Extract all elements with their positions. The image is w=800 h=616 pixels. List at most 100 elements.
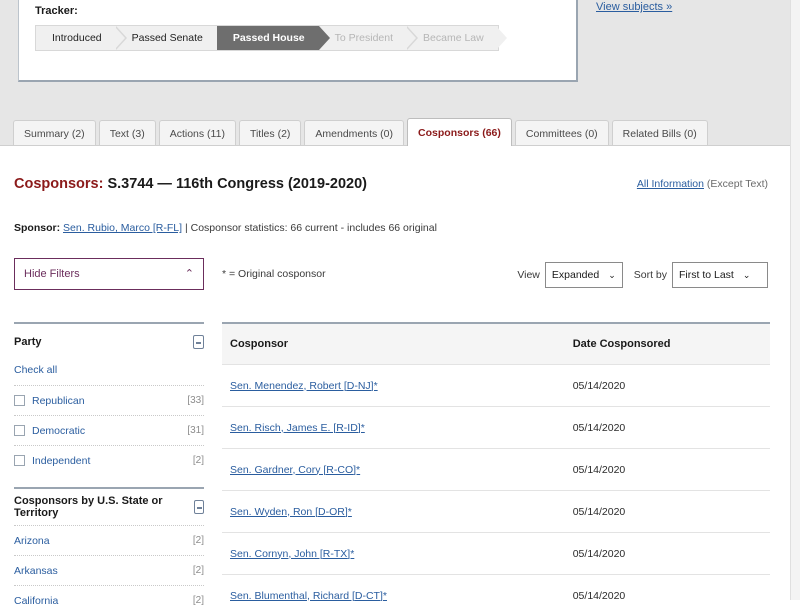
sponsor-label: Sponsor:: [14, 222, 61, 234]
bill-tracker-card: Tracker: Introduced Passed Senate Passed H…: [18, 0, 578, 82]
facet-row-count: [31]: [187, 425, 204, 436]
cosponsor-link[interactable]: Sen. Menendez, Robert [D-NJ]*: [230, 380, 573, 392]
cosponsor-link[interactable]: Sen. Risch, James E. [R-ID]*: [230, 422, 573, 434]
tracker-step-arrow-inner: [114, 27, 125, 49]
tab-label: Text (3): [109, 127, 145, 140]
facet-row-count: [2]: [192, 455, 204, 466]
facet-row-label: Democratic: [32, 424, 86, 437]
table-row: Sen. Risch, James E. [R-ID]* 05/14/2020: [222, 406, 770, 448]
tracker-step-introduced: Introduced: [36, 26, 127, 50]
original-cosponsor-note: * = Original cosponsor: [222, 268, 326, 280]
page-title: Cosponsors: S.3744 — 116th Congress (201…: [14, 176, 367, 192]
facet-checkbox[interactable]: [14, 455, 25, 466]
collapse-minus-icon[interactable]: [193, 500, 204, 514]
page-title-accent: Cosponsors:: [14, 176, 104, 192]
facet-row-label: Republican: [32, 394, 85, 407]
view-subjects-link[interactable]: View subjects »: [596, 1, 672, 13]
view-label: View: [517, 269, 540, 281]
facet-title-party: Party: [14, 336, 42, 348]
facet-row-state-california[interactable]: California [2]: [14, 585, 204, 615]
facet-filter-panel: Party Check all Republican [33] Democratic…: [14, 322, 204, 615]
tab-label: Amendments (0): [315, 127, 394, 140]
chevron-down-icon: ⌄: [742, 269, 751, 280]
tab-text[interactable]: Text (3): [98, 120, 156, 146]
tab-titles[interactable]: Titles (2): [238, 120, 302, 146]
date-cosponsored: 05/14/2020: [572, 379, 626, 392]
tab-actions[interactable]: Actions (11): [158, 120, 236, 146]
facet-row-state-arkansas[interactable]: Arkansas [2]: [14, 555, 204, 585]
facet-group-party: Party Check all Republican [33] Democratic…: [14, 322, 204, 475]
tab-related[interactable]: Related Bills (0): [611, 120, 708, 146]
date-cosponsored: 05/14/2020: [572, 463, 626, 476]
table-row: Sen. Cornyn, John [R-TX]* 05/14/2020: [222, 532, 770, 574]
tab-label: Related Bills (0): [622, 127, 697, 140]
tab-amendments[interactable]: Amendments (0): [304, 120, 405, 146]
cosponsor-link[interactable]: Sen. Cornyn, John [R-TX]*: [230, 548, 573, 560]
tab-cosponsors[interactable]: Cosponsors (66): [407, 118, 512, 146]
table-row: Sen. Blumenthal, Richard [D-CT]* 05/14/20…: [222, 574, 770, 616]
tab-label: Actions (11): [169, 127, 225, 140]
page-title-rest: S.3744 — 116th Congress (2019-2020): [103, 176, 367, 192]
hide-filters-button[interactable]: Hide Filters ⌃: [14, 258, 204, 290]
facet-row-label: Arizona: [14, 534, 50, 547]
sort-select-value: First to Last: [679, 269, 734, 281]
facet-checkbox[interactable]: [14, 425, 25, 436]
facet-row-state-arizona[interactable]: Arizona [2]: [14, 525, 204, 555]
tracker-step-arrow-icon: [318, 26, 330, 50]
hide-filters-label: Hide Filters: [24, 268, 80, 280]
tab-label: Summary (2): [24, 127, 85, 140]
date-cosponsored: 05/14/2020: [572, 505, 626, 518]
tracker-label: Tracker:: [35, 5, 78, 17]
facet-row-party-republican[interactable]: Republican [33]: [14, 385, 204, 415]
sponsor-line: Sponsor: Sen. Rubio, Marco [R-FL] | Cosp…: [14, 222, 437, 234]
tab-label: Titles (2): [249, 127, 291, 140]
tracker-step-arrow-inner: [496, 27, 507, 49]
facet-row-count: [2]: [192, 535, 204, 546]
date-cosponsored: 05/14/2020: [572, 421, 626, 434]
date-cosponsored: 05/14/2020: [572, 547, 626, 560]
facet-header-party[interactable]: Party: [14, 324, 204, 360]
all-information-control: All Information (Except Text): [637, 178, 768, 190]
facet-row-count: [2]: [192, 565, 204, 576]
bill-progress-tracker: Introduced Passed Senate Passed House To Pr…: [35, 25, 507, 51]
chevron-down-icon: ⌄: [608, 269, 616, 280]
tracker-step-label: Introduced: [52, 32, 102, 44]
view-and-sort-controls: View Expanded ⌄ Sort by First to Last ⌄: [517, 262, 768, 288]
table-row: Sen. Menendez, Robert [D-NJ]* 05/14/2020: [222, 364, 770, 406]
facet-row-label: California: [14, 594, 59, 607]
facet-row-party-democratic[interactable]: Democratic [31]: [14, 415, 204, 445]
tracker-step-arrow-inner: [406, 27, 417, 49]
all-information-link[interactable]: All Information: [637, 178, 704, 190]
sort-select[interactable]: First to Last ⌄: [672, 262, 768, 288]
cosponsors-table: Cosponsor Date Cosponsored Sen. Menendez…: [222, 322, 770, 616]
sponsor-link[interactable]: Sen. Rubio, Marco [R-FL]: [63, 222, 182, 234]
tab-committees[interactable]: Committees (0): [514, 120, 609, 146]
cosponsors-page: Cosponsors: S.3744 — 116th Congress (201…: [0, 150, 790, 607]
chevron-up-icon: ⌃: [184, 267, 194, 280]
page-right-gutter: [790, 0, 800, 600]
collapse-minus-icon[interactable]: [193, 335, 204, 349]
cosponsor-link[interactable]: Sen. Wyden, Ron [D-OR]*: [230, 506, 573, 518]
cosponsor-link[interactable]: Sen. Gardner, Cory [R-CO]*: [230, 464, 573, 476]
facet-header-states[interactable]: Cosponsors by U.S. State or Territory: [14, 489, 204, 525]
bill-section-tabs[interactable]: Summary (2) Text (3) Actions (11) Titles (2…: [0, 112, 790, 146]
tracker-step-label: Became Law: [423, 32, 484, 44]
tab-label: Cosponsors (66): [418, 126, 501, 139]
facet-row-party-independent[interactable]: Independent [2]: [14, 445, 204, 475]
facet-checkbox[interactable]: [14, 395, 25, 406]
facet-row-count: [2]: [192, 595, 204, 606]
column-header-cosponsor: Cosponsor: [230, 338, 289, 350]
table-header-row: Cosponsor Date Cosponsored: [222, 324, 770, 364]
column-header-date: Date Cosponsored: [572, 338, 671, 350]
view-select-value: Expanded: [551, 269, 600, 281]
check-all-party[interactable]: Check all: [14, 360, 204, 385]
tracker-step-became-law: Became Law: [407, 26, 507, 50]
tracker-step-passed-senate: Passed Senate: [116, 26, 228, 50]
tab-label: Committees (0): [525, 127, 598, 140]
facet-row-count: [33]: [187, 395, 204, 406]
view-select[interactable]: Expanded ⌄: [544, 262, 623, 288]
tracker-step-label: Passed House: [232, 32, 305, 44]
facet-row-label: Independent: [32, 454, 91, 467]
tabstrip-divider: [0, 145, 790, 146]
tab-summary[interactable]: Summary (2): [13, 120, 96, 146]
